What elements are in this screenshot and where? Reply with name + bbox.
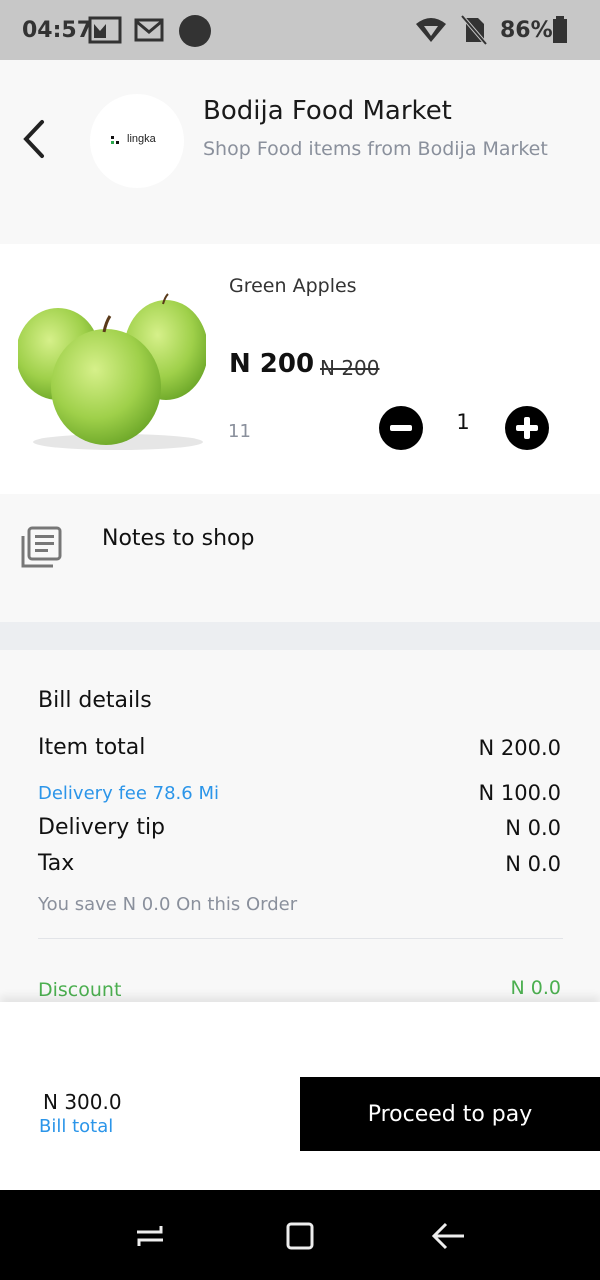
gallery-icon	[88, 16, 122, 44]
minus-icon	[390, 425, 412, 431]
logo-mark-icon	[111, 136, 119, 144]
plus-icon	[516, 417, 538, 439]
status-bar: 04:57 86%	[0, 0, 600, 60]
shop-header: lingka Bodija Food Market Shop Food item…	[0, 60, 600, 244]
proceed-to-pay-button[interactable]: Proceed to pay	[300, 1077, 600, 1151]
bill-divider	[38, 938, 563, 939]
notes-list-icon	[21, 526, 62, 568]
discount-label: Discount	[38, 979, 122, 1001]
checkout-bar: N 300.0 Bill total Proceed to pay	[0, 1002, 600, 1190]
back-arrow-icon[interactable]	[16, 114, 56, 164]
product-price: N 200	[229, 349, 315, 379]
green-apples-image	[18, 292, 206, 452]
shop-subtitle: Shop Food items from Bodija Market	[203, 138, 548, 160]
status-time: 04:57	[22, 18, 93, 43]
product-card: Green Apples N 200 N 200 11 1	[0, 244, 600, 494]
system-nav-bar	[0, 1190, 600, 1280]
gmail-icon	[134, 18, 164, 42]
shop-logo: lingka	[90, 94, 184, 188]
back-nav-icon[interactable]	[430, 1218, 466, 1254]
quantity-value: 1	[456, 410, 470, 434]
product-name: Green Apples	[229, 275, 357, 297]
product-stock: 11	[228, 421, 251, 442]
delivery-fee-value: N 100.0	[478, 781, 561, 805]
bill-total-amount: N 300.0	[43, 1090, 122, 1114]
tax-value: N 0.0	[505, 852, 561, 876]
item-total-value: N 200.0	[478, 736, 561, 760]
delivery-tip-value: N 0.0	[505, 816, 561, 840]
battery-icon	[553, 16, 567, 43]
item-total-label: Item total	[38, 735, 146, 760]
circle-icon	[179, 15, 211, 47]
increase-quantity-button[interactable]	[505, 406, 549, 450]
discount-value: N 0.0	[510, 977, 561, 999]
product-old-price: N 200	[320, 356, 380, 380]
delivery-fee-label: Delivery fee 78.6 Mi	[38, 783, 219, 804]
section-divider	[0, 622, 600, 650]
recent-apps-icon[interactable]	[132, 1218, 168, 1254]
notes-to-shop[interactable]: Notes to shop	[0, 494, 600, 622]
bill-details: Bill details Item total N 200.0 Delivery…	[0, 650, 600, 1002]
savings-text: You save N 0.0 On this Order	[38, 894, 298, 915]
tax-label: Tax	[38, 851, 75, 876]
bill-total-label: Bill total	[39, 1116, 114, 1137]
notes-label: Notes to shop	[102, 526, 255, 551]
shop-title: Bodija Food Market	[203, 96, 452, 126]
decrease-quantity-button[interactable]	[379, 406, 423, 450]
home-icon[interactable]	[282, 1218, 318, 1254]
no-sim-icon	[460, 14, 488, 46]
logo-text: lingka	[127, 133, 156, 145]
wifi-icon	[416, 18, 446, 42]
delivery-tip-label: Delivery tip	[38, 815, 166, 840]
battery-percent: 86%	[500, 18, 553, 43]
bill-heading: Bill details	[38, 688, 152, 713]
